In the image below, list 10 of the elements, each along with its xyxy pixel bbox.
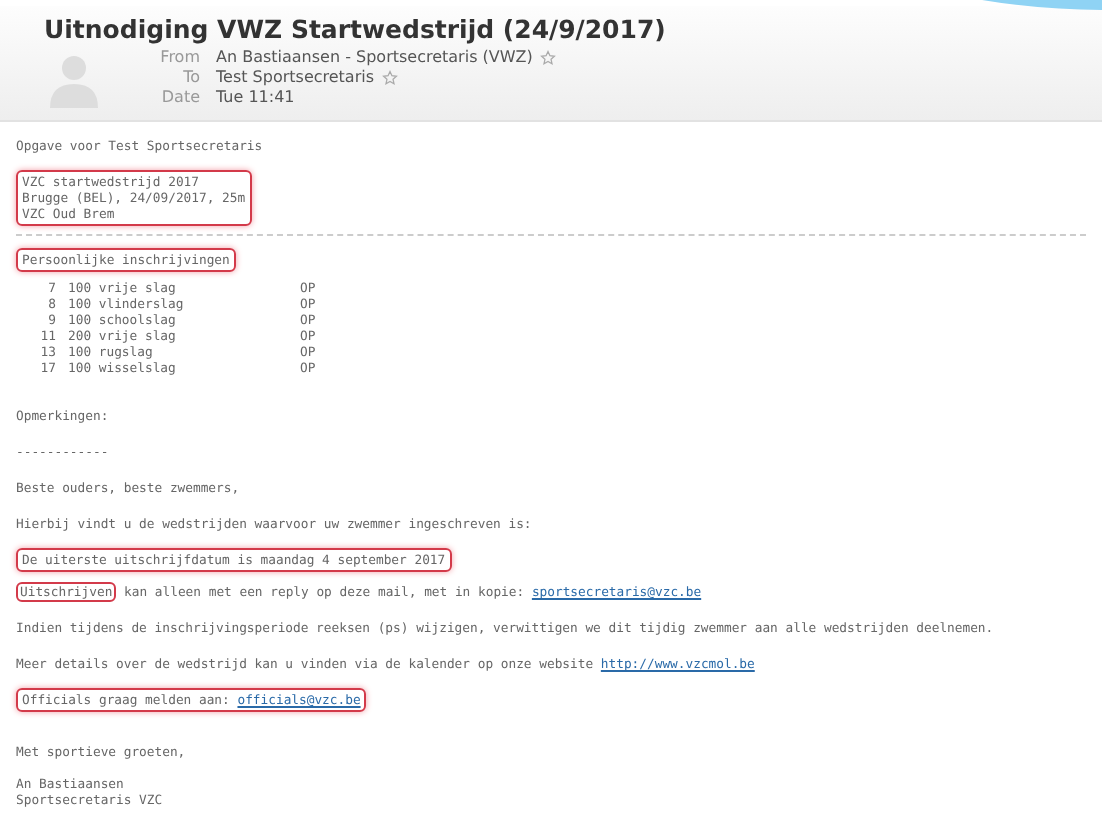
field-value: Test Sportsecretaris [216,68,375,86]
field-label: To [181,68,202,86]
field-label: Date [159,88,202,106]
star-icon[interactable] [382,69,399,85]
field-value: An Bastiaansen - Sportsecretaris (VWZ) [216,48,533,66]
field-label: From [158,48,202,66]
field-value: Tue 11:41 [216,88,295,106]
star-icon[interactable] [540,49,557,65]
corner-decoration [982,0,1102,12]
message-subject: Uitnodiging VWZ Startwedstrijd (24/9/2017) [44,14,668,44]
